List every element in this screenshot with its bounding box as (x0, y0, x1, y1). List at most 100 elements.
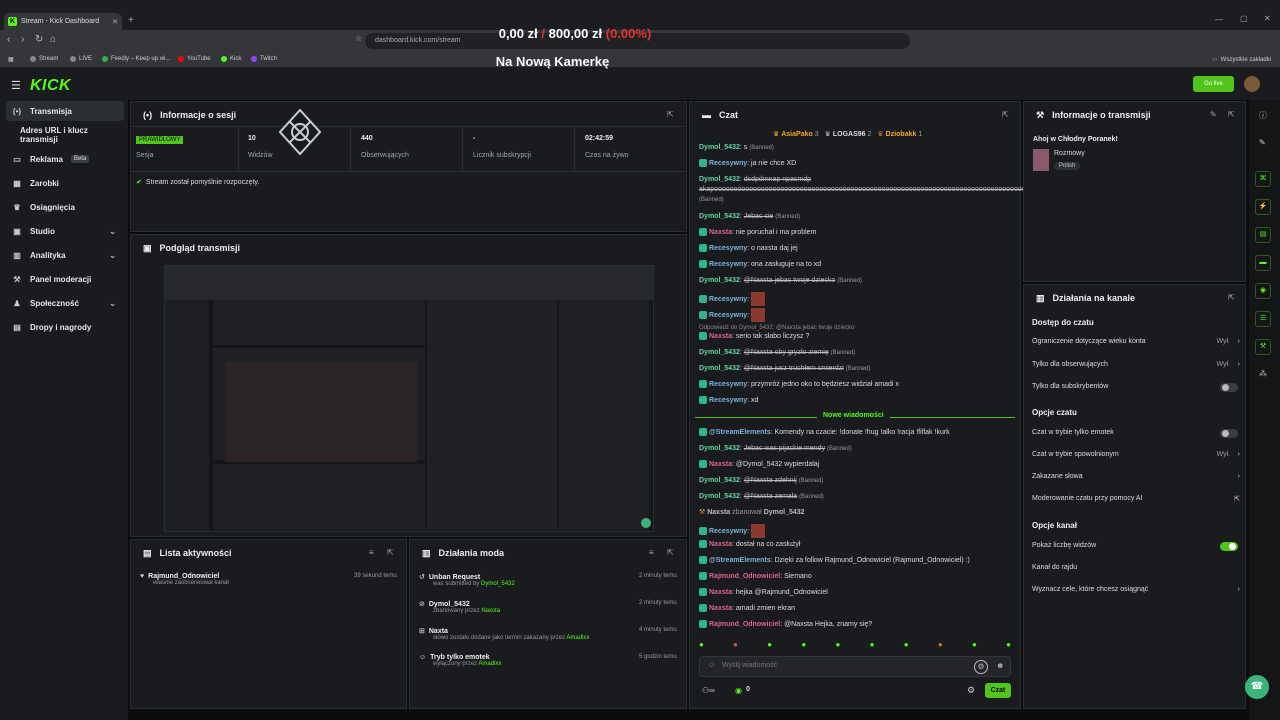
home-icon[interactable]: ⌂ (50, 34, 56, 45)
popout-icon[interactable]: ⇱ (1228, 293, 1235, 302)
sidebar-item-panel-moderacji[interactable]: ⚒ Panel moderacji (6, 269, 124, 289)
sidebar-item-dropy[interactable]: ▤ Dropy i nagrody (6, 317, 124, 337)
chat-message[interactable]: Recesywny: (699, 524, 1017, 538)
emote-icon[interactable]: ● (767, 640, 772, 649)
chat-input-box[interactable]: ☺ Wyślij wiadomość ⚙ ☻ (699, 656, 1011, 677)
chat-username[interactable]: Dymol_5432 (699, 445, 740, 452)
chat-username[interactable]: Rajmund_Odnowiciel (709, 573, 780, 580)
sidebar-item-transmisja[interactable]: (•) Transmisja (6, 101, 124, 121)
quick-action-button[interactable]: ▬ (1255, 255, 1271, 271)
channel-setting-row[interactable]: Tylko dla obserwujących Wył. › (1032, 361, 1240, 368)
reload-icon[interactable]: ↻ (35, 34, 43, 45)
chat-username[interactable]: Recesywny (709, 528, 747, 535)
channel-setting-row[interactable]: Tylko dla subskrybentów (1032, 383, 1240, 392)
chat-username[interactable]: Dymol_5432 (699, 477, 740, 484)
back-icon[interactable]: ‹ (7, 34, 10, 45)
chat-message[interactable]: Recesywny: ja nie chce XD (699, 159, 1017, 169)
chat-username[interactable]: Recesywny (709, 261, 747, 268)
channel-setting-row[interactable]: Ograniczenie dotyczące wieku konta Wył. › (1032, 338, 1240, 345)
emote-icon[interactable]: ● (801, 640, 806, 649)
bookmark-feedly[interactable]: Feedly – Keep up wi... (102, 56, 170, 62)
toggle-switch[interactable] (1220, 429, 1238, 438)
chat-username[interactable]: @StreamElements (709, 557, 771, 564)
sidebar-item-spolecznosc[interactable]: ♟ Społeczność ⌄ (6, 293, 124, 313)
users-icon[interactable]: ⚇∞ (702, 686, 715, 695)
chat-username[interactable]: Dymol_5432 (699, 176, 740, 183)
chat-message[interactable]: Dymol_5432: @Naxsta jusz truchłem smierd… (699, 364, 1017, 374)
quick-action-button[interactable]: ☰ (1255, 311, 1271, 327)
bookmark-star-icon[interactable]: ☆ (355, 34, 362, 43)
emote-icon[interactable]: ● (836, 640, 841, 649)
kick-logo[interactable]: KICK (30, 77, 71, 95)
filter-icon[interactable]: ≡ (369, 548, 374, 557)
popout-icon[interactable]: ⇱ (387, 548, 394, 557)
emote-icon[interactable]: ● (904, 640, 909, 649)
chat-message[interactable]: Naxsta: hejka @Rajmund_Odnowiciel (699, 588, 1017, 598)
chat-message[interactable]: Recesywny: (699, 308, 1017, 322)
chat-message[interactable]: Dymol_5432: @Naxsta jebac twoje dziecko … (699, 276, 1017, 286)
chat-username[interactable]: Naxsta (709, 589, 732, 596)
chat-message[interactable]: Naxsta: serio tak słabo liczysz ? (699, 332, 1017, 342)
popout-icon[interactable]: ⇱ (1228, 110, 1235, 119)
chat-message[interactable]: Dymol_5432: Jebac cie (Banned) (699, 212, 1017, 222)
toggle-switch[interactable] (1220, 383, 1238, 392)
apps-icon[interactable]: ▦ (8, 56, 14, 63)
emote-icon[interactable]: ● (938, 640, 943, 649)
channel-setting-row[interactable]: Zakazane słowa › (1032, 473, 1240, 480)
chat-message[interactable]: Recesywny: (699, 292, 1017, 306)
quick-action-button[interactable]: ▤ (1255, 227, 1271, 243)
chat-username[interactable]: Naxsta (709, 333, 732, 340)
browser-tab[interactable]: K Stream - Kick Dashboard ✕ (4, 13, 122, 30)
chat-message[interactable]: Naxsta: amadi zmien ekran (699, 604, 1017, 614)
sidebar-item-reklama[interactable]: ▭ Reklama Beta (6, 149, 124, 169)
toggle-switch[interactable] (1220, 542, 1238, 551)
chat-username[interactable]: Recesywny (709, 296, 747, 303)
emote-icon[interactable]: ● (1006, 640, 1011, 649)
pencil-icon[interactable]: ✎ (1259, 138, 1266, 147)
menu-icon[interactable]: ☰ (11, 79, 21, 92)
popout-icon[interactable]: ⇱ (667, 110, 674, 119)
emote-icon[interactable]: ● (733, 640, 738, 649)
chat-settings-icon[interactable]: ⚙ (967, 685, 975, 696)
bookmark-kick[interactable]: Kick (221, 56, 241, 62)
sidebar-item-stream-url[interactable]: Adres URL i klucz transmisji (6, 125, 124, 145)
emote-picker-icon[interactable]: ☻ (996, 661, 1004, 670)
chat-message[interactable]: Naxsta: dostał na co zasłużył (699, 540, 1017, 550)
go-live-button[interactable]: Go live (1193, 76, 1234, 92)
channel-setting-row[interactable]: Pokaż liczbę widzów (1032, 542, 1240, 551)
bookmark-youtube[interactable]: YouTube (178, 56, 211, 62)
emote-icon[interactable]: ● (699, 640, 704, 649)
chat-username[interactable]: Dymol_5432 (699, 213, 740, 220)
bookmark-live[interactable]: LIVE (70, 56, 92, 62)
chat-username[interactable]: Naxsta (709, 605, 732, 612)
chat-username[interactable]: Dymol_5432 (699, 365, 740, 372)
emote-icon[interactable]: ● (972, 640, 977, 649)
help-chat-button[interactable]: ☎ (1245, 675, 1269, 699)
chat-message[interactable]: Dymol_5432: s (Banned) (699, 143, 1017, 153)
quick-action-button[interactable]: ◉ (1255, 283, 1271, 299)
chat-username[interactable]: Dymol_5432 (699, 277, 740, 284)
chat-username[interactable]: Rajmund_Odnowiciel (709, 621, 780, 628)
chat-message[interactable]: Naxsta: @Dymol_5432 wypierdalaj (699, 460, 1017, 470)
channel-setting-row[interactable]: Kanał do rajdu (1032, 564, 1240, 571)
quick-action-button[interactable]: ⌘ (1255, 171, 1271, 187)
chat-username[interactable]: Recesywny (709, 245, 747, 252)
chat-username[interactable]: Naxsta (709, 541, 732, 548)
edit-icon[interactable]: ✎ (1210, 110, 1217, 119)
chat-username[interactable]: Recesywny (709, 160, 747, 167)
sidebar-item-analityka[interactable]: ▥ Analityka ⌄ (6, 245, 124, 265)
chat-username[interactable]: Dymol_5432 (699, 144, 740, 151)
chat-message[interactable]: Dymol_5432: dsdpdmnap npasmdp akapoooooo… (699, 175, 1026, 205)
minimize-icon[interactable]: — (1215, 15, 1223, 24)
chat-username[interactable]: Recesywny (709, 397, 747, 404)
chat-message[interactable]: Rajmund_Odnowiciel: Siemano (699, 572, 1017, 582)
chat-username[interactable]: Naxsta (709, 461, 732, 468)
info-icon[interactable]: ⓘ (1259, 110, 1267, 121)
popout-icon[interactable]: ⇱ (667, 548, 674, 557)
stream-preview[interactable] (164, 265, 654, 532)
nodes-icon[interactable]: ⁂ (1259, 369, 1267, 378)
popout-icon[interactable]: ⇱ (1002, 110, 1009, 119)
quick-action-button[interactable]: ⚡ (1255, 199, 1271, 215)
bookmark-stream[interactable]: Stream (30, 56, 58, 62)
sidebar-item-zarobki[interactable]: ▦ Zarobki (6, 173, 124, 193)
